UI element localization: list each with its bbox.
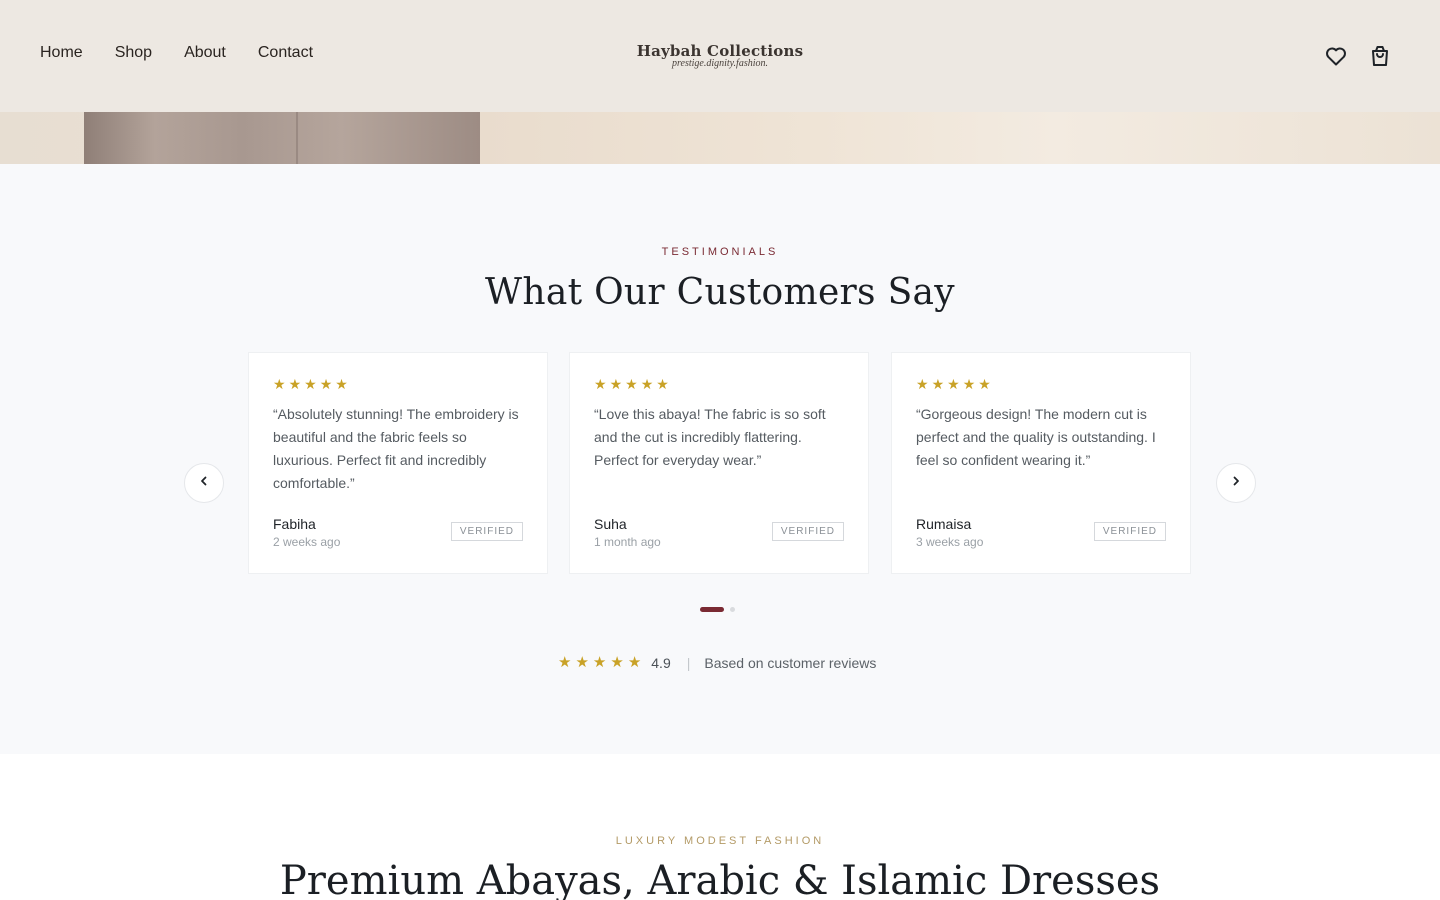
site-header: Home Shop About Contact Haybah Collectio… — [0, 0, 1440, 112]
star-icon: ★ — [335, 376, 348, 392]
reviewer-name: Suha — [594, 516, 627, 532]
star-icon: ★ — [575, 654, 589, 671]
star-icon: ★ — [931, 376, 945, 392]
testimonial-quote: “Love this abaya! The fabric is so soft … — [594, 406, 826, 468]
verified-badge: VERIFIED — [1093, 522, 1166, 541]
collection-section: LUXURY MODEST FASHION Premium Abayas, Ar… — [0, 754, 1440, 900]
hero-background — [480, 112, 1440, 164]
verified-badge: VERIFIED — [771, 522, 844, 541]
overall-rating-text: Based on customer reviews — [704, 655, 877, 671]
reviewer-name: Rumaisa — [916, 516, 972, 532]
overall-rating-score: 4.9 — [651, 655, 671, 671]
nav-contact[interactable]: Contact — [258, 44, 313, 62]
testimonial-quote: “Gorgeous design! The modern cut is perf… — [916, 406, 1156, 468]
shopping-bag-icon[interactable] — [1368, 44, 1392, 68]
testimonial-card: ★ ★ ★ ★ ★ “Absolutely stunning! The embroide… — [248, 352, 548, 574]
heart-icon[interactable] — [1324, 44, 1348, 68]
star-icon: ★ — [656, 376, 669, 392]
star-icon: ★ — [273, 376, 286, 392]
rating-separator: | — [686, 655, 691, 671]
overall-rating: ★ ★ ★ ★ ★ 4.9 | Based on customer reviews — [558, 655, 876, 671]
star-icon: ★ — [627, 654, 642, 671]
star-icon: ★ — [625, 376, 638, 392]
star-icon: ★ — [962, 376, 976, 392]
star-icon: ★ — [640, 376, 654, 392]
rating-stars: ★ ★ ★ ★ ★ — [916, 377, 991, 391]
nav-shop[interactable]: Shop — [115, 44, 152, 62]
rating-stars: ★ ★ ★ ★ ★ — [273, 377, 348, 391]
nav-home[interactable]: Home — [40, 44, 83, 62]
main-nav: Home Shop About Contact — [40, 44, 313, 62]
testimonials-eyebrow: TESTIMONIALS — [661, 246, 779, 258]
star-icon: ★ — [592, 654, 607, 671]
reviewer-name: Fabiha — [273, 516, 316, 532]
testimonials-section: TESTIMONIALS What Our Customers Say ★ ★ ★ ★… — [0, 164, 1440, 754]
rating-stars: ★ ★ ★ ★ ★ — [594, 377, 669, 391]
overall-rating-stars: ★ ★ ★ ★ ★ — [558, 654, 642, 671]
collection-eyebrow: LUXURY MODEST FASHION — [615, 835, 825, 847]
star-icon: ★ — [558, 654, 572, 671]
review-time: 3 weeks ago — [916, 535, 984, 549]
carousel-next-button[interactable] — [1216, 463, 1256, 503]
header-actions — [1324, 44, 1392, 68]
verified-badge: VERIFIED — [450, 522, 523, 541]
star-icon: ★ — [978, 376, 991, 392]
testimonials-title: What Our Customers Say — [485, 272, 955, 313]
collection-title: Premium Abayas, Arabic & Islamic Dresses — [279, 858, 1161, 900]
star-icon: ★ — [947, 376, 960, 392]
carousel-pagination — [700, 607, 735, 612]
nav-about[interactable]: About — [184, 44, 226, 62]
star-icon: ★ — [319, 376, 333, 392]
star-icon: ★ — [610, 654, 624, 671]
review-time: 1 month ago — [594, 535, 661, 549]
star-icon: ★ — [304, 376, 317, 392]
site-logo[interactable]: Haybah Collections prestige.dignity.fash… — [620, 42, 820, 69]
chevron-left-icon — [198, 474, 210, 492]
carousel-dot-active[interactable] — [700, 607, 724, 612]
star-icon: ★ — [609, 376, 623, 392]
chevron-right-icon — [1230, 474, 1242, 492]
star-icon: ★ — [288, 376, 302, 392]
testimonial-quote: “Absolutely stunning! The embroidery is … — [273, 406, 519, 491]
testimonial-card: ★ ★ ★ ★ ★ “Gorgeous design! The modern cut i… — [891, 352, 1191, 574]
carousel-dot[interactable] — [730, 607, 735, 612]
testimonial-card: ★ ★ ★ ★ ★ “Love this abaya! The fabric is so… — [569, 352, 869, 574]
review-time: 2 weeks ago — [273, 535, 341, 549]
star-icon: ★ — [594, 376, 607, 392]
carousel-prev-button[interactable] — [184, 463, 224, 503]
star-icon: ★ — [916, 376, 929, 392]
